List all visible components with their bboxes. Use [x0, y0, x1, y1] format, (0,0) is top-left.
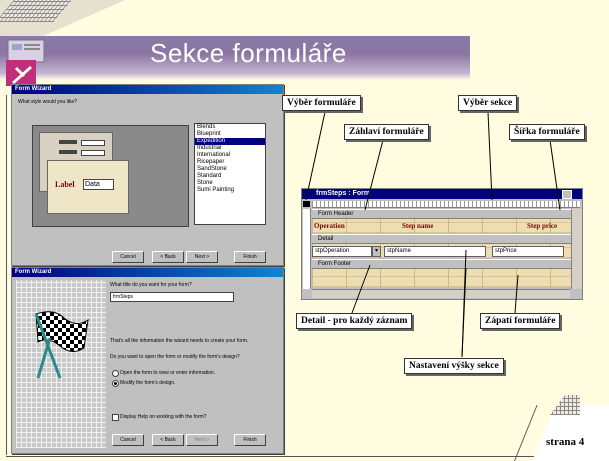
callout-section-selector: Výběr sekce [458, 95, 518, 111]
callout-section-height: Nastavení výšky sekce [404, 358, 504, 374]
callout-form-header: Záhlaví formuláře [344, 124, 429, 140]
slide: Sekce formuláře Form Wizard What style w… [0, 0, 609, 461]
page-label: strana 4 [546, 436, 585, 448]
callout-leader-lines [305, 111, 561, 358]
callout-form-selector: Výběr formuláře [282, 95, 361, 111]
callout-detail: Detail - pro každý záznam [296, 313, 413, 329]
callout-form-width: Šířka formuláře [509, 124, 585, 140]
callout-form-footer: Zápatí formuláře [480, 313, 561, 329]
